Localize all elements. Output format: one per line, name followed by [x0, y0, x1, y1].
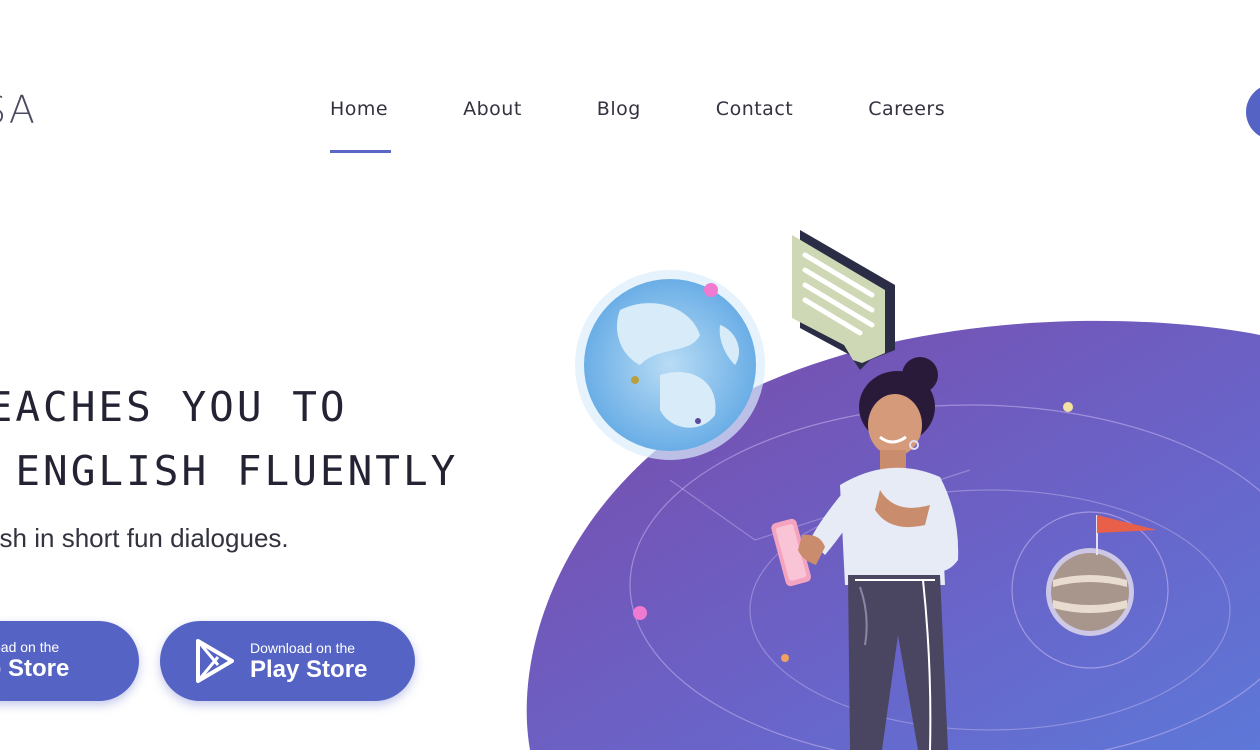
nav-home[interactable]: Home	[330, 98, 392, 153]
play-store-big-label: Play Store	[250, 656, 368, 683]
hero-title-line-2: K ENGLISH FLUENTLY	[0, 447, 459, 495]
nav-about[interactable]: About	[463, 98, 522, 120]
globe-icon	[575, 270, 765, 460]
app-store-big-label: pp Store	[0, 655, 70, 682]
app-store-button[interactable]: wnload on the pp Store	[0, 621, 139, 701]
speech-bubble-icon	[792, 230, 895, 370]
orbit-dot-pink	[633, 606, 647, 620]
app-store-small-label: wnload on the	[0, 639, 60, 655]
nav-contact[interactable]: Contact	[716, 98, 793, 120]
orbit-dot-yellow	[1063, 402, 1073, 412]
app-store-text: wnload on the pp Store	[0, 639, 69, 683]
hero-subtitle: lish in short fun dialogues.	[0, 523, 289, 553]
nav-careers[interactable]: Careers	[868, 98, 945, 120]
nav-blog[interactable]: Blog	[597, 98, 641, 120]
play-store-text: Download on the Play Store	[250, 640, 367, 684]
hero-illustration	[526, 230, 1260, 750]
main-nav: Home About Blog Contact Careers	[330, 98, 1020, 153]
header-cta-button[interactable]	[1246, 84, 1260, 140]
hero-title-line-1: TEACHES YOU TO	[0, 383, 348, 431]
play-store-button[interactable]: Download on the Play Store	[160, 621, 415, 701]
hero-title: TEACHES YOU TO K ENGLISH FLUENTLY	[0, 375, 458, 503]
orbit-dot-orange	[781, 654, 789, 662]
play-store-icon	[196, 639, 234, 683]
play-store-small-label: Download on the	[250, 640, 356, 656]
logo[interactable]: SA	[0, 88, 37, 132]
